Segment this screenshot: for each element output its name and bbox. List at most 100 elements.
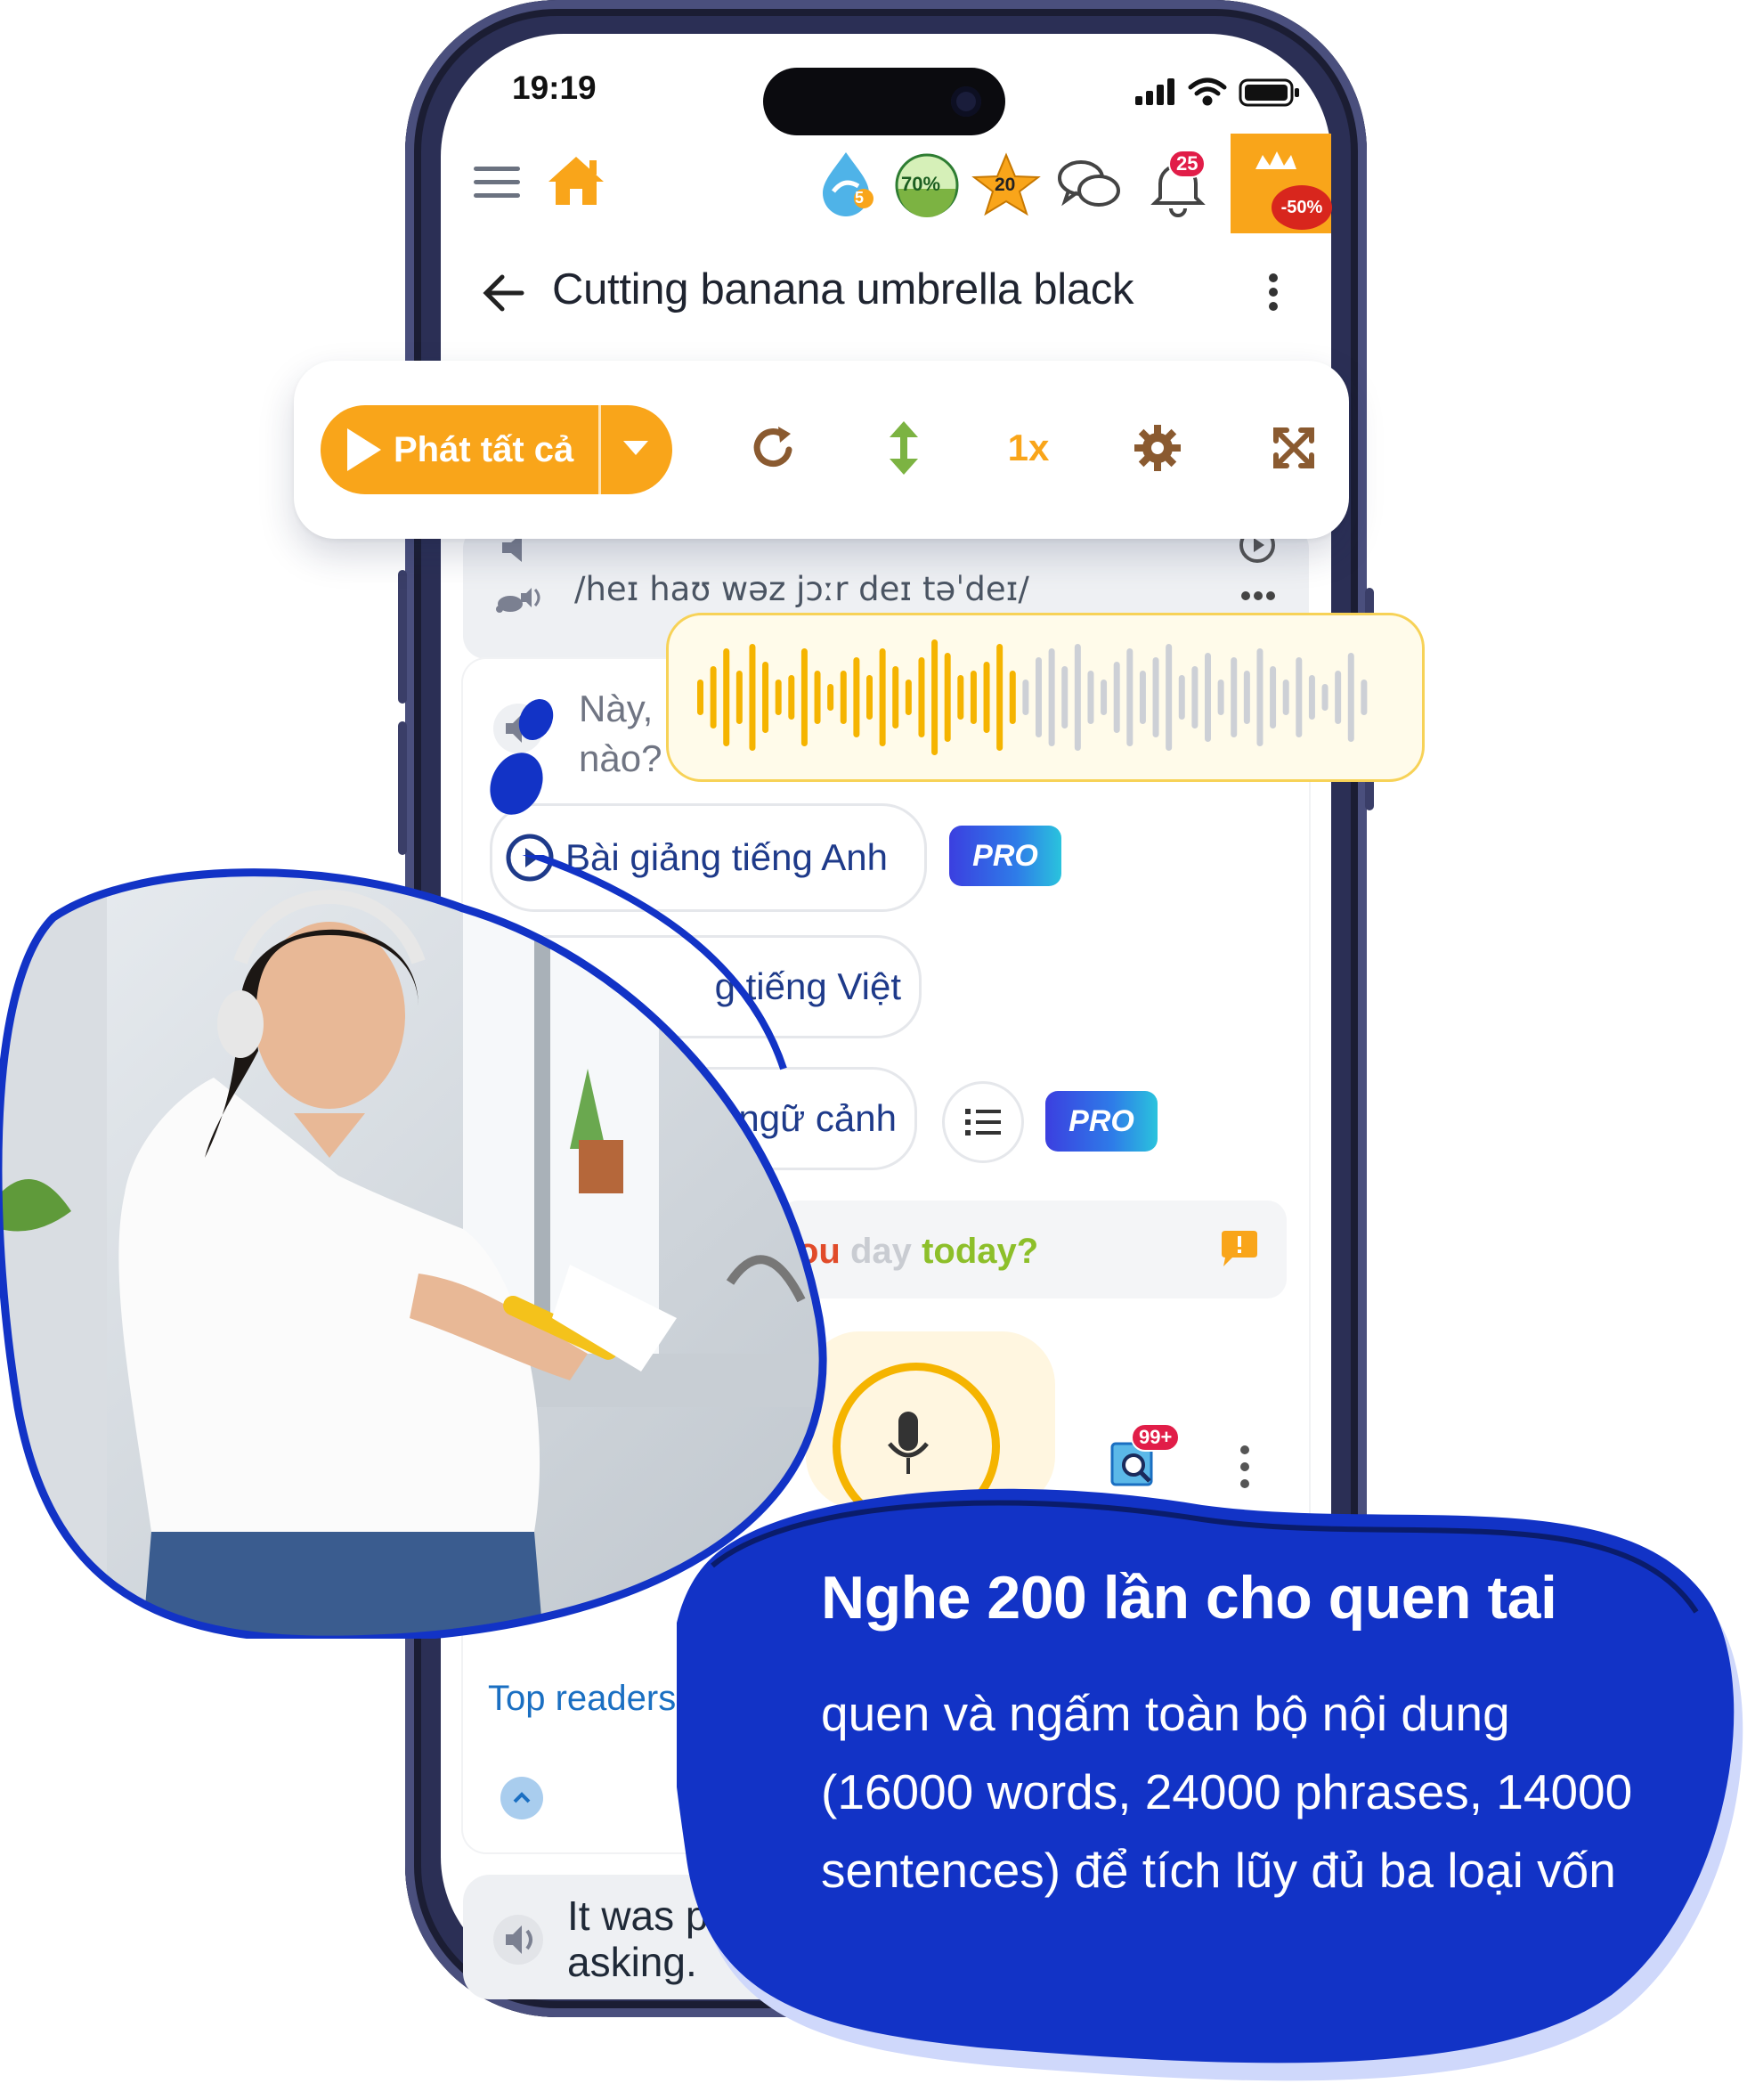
waveform-bar xyxy=(931,639,939,755)
waveform-bar xyxy=(1139,671,1146,724)
chat-icon[interactable] xyxy=(1052,151,1124,223)
waveform-bar xyxy=(1347,653,1354,742)
chevron-up-icon xyxy=(513,1792,531,1803)
waveform-bar xyxy=(1335,671,1342,724)
word-3: today? xyxy=(922,1232,1039,1271)
promo-title: Nghe 200 lần cho quen tai xyxy=(821,1564,1557,1632)
back-arrow-icon[interactable] xyxy=(481,272,525,323)
waveform-bar xyxy=(1036,657,1042,737)
speaker-icon-3[interactable] xyxy=(492,1915,554,1969)
waveform-bar xyxy=(827,684,834,711)
waveform-bar xyxy=(1205,653,1211,742)
waveform-bar xyxy=(1022,680,1029,715)
audio-waveform xyxy=(697,639,1368,755)
waveform-bar xyxy=(840,671,847,724)
waveform-bar xyxy=(1308,675,1315,720)
collapse-up-button[interactable] xyxy=(500,1777,543,1819)
notification-count: 25 xyxy=(1168,150,1207,178)
signal-icon xyxy=(1135,78,1174,105)
dictionary-count: 99+ xyxy=(1131,1423,1181,1452)
play-all-button[interactable]: Phát tất cả xyxy=(321,405,672,494)
waveform-bar xyxy=(800,648,808,746)
page-title: Cutting banana umbrella black xyxy=(552,265,1134,313)
stars-count: 20 xyxy=(995,175,1016,195)
waveform-bar xyxy=(697,680,703,715)
top-readers-link[interactable]: Top readers xyxy=(488,1679,676,1719)
pro-badge[interactable]: PRO xyxy=(949,826,1061,886)
report-icon[interactable] xyxy=(1220,1231,1259,1271)
waveform-bar xyxy=(1256,648,1264,746)
waveform-bar xyxy=(970,671,977,724)
waveform-bar xyxy=(814,671,821,724)
battery-icon xyxy=(1239,78,1299,107)
waveform-bar xyxy=(1061,666,1069,728)
waveform-bar xyxy=(1321,684,1329,711)
waveform-bar xyxy=(905,680,912,715)
waveform-bar xyxy=(1231,657,1238,737)
waveform-bar xyxy=(853,657,860,737)
play-divider xyxy=(598,405,601,494)
waveform-bar xyxy=(1166,644,1173,751)
waveform-bar xyxy=(1243,671,1250,724)
waveform-bar xyxy=(866,675,873,720)
waveform-bar xyxy=(1270,666,1277,728)
waveform-bar xyxy=(1009,671,1016,724)
vietnamese-line-2: nào? xyxy=(579,737,662,779)
waveform-bar xyxy=(1101,680,1108,715)
waveform-bar xyxy=(983,662,990,733)
pro-badge-2[interactable]: PRO xyxy=(1045,1091,1158,1152)
promo-body: quen và ngấm toàn bộ nội dung (16000 wor… xyxy=(821,1686,1633,1898)
sentence-more-icon[interactable] xyxy=(1240,590,1276,606)
slow-speaker-icon[interactable] xyxy=(494,579,548,623)
waveform-bar xyxy=(879,648,886,746)
waveform-bar xyxy=(723,648,730,746)
waveform-bar xyxy=(1126,648,1134,746)
camera xyxy=(951,86,981,117)
water-drop-level-icon[interactable] xyxy=(812,147,883,218)
waveform-bar xyxy=(762,662,769,733)
waveform-bar xyxy=(918,657,925,737)
ipa-transcription: /heɪ haʊ wəz jɔːr deɪ təˈdeɪ/ xyxy=(574,570,1029,608)
waveform-bar xyxy=(1113,662,1120,733)
waveform-bar xyxy=(1074,644,1081,751)
word-2: day xyxy=(850,1232,912,1271)
sale-badge: -50% xyxy=(1272,185,1332,230)
vietnamese-translation: Này, nào? xyxy=(579,684,662,784)
waveform-bar xyxy=(1152,657,1159,737)
waveform-bar xyxy=(1087,671,1094,724)
repeat-icon[interactable] xyxy=(743,417,806,479)
audio-waveform-panel xyxy=(666,613,1425,782)
waveform-bar xyxy=(944,653,951,742)
menu-icon[interactable] xyxy=(474,167,520,199)
waveform-bar xyxy=(735,671,743,724)
status-time: 19:19 xyxy=(512,69,597,106)
progress-percent: 70% xyxy=(901,173,941,195)
play-icon xyxy=(347,428,381,471)
autoscroll-icon[interactable] xyxy=(877,417,930,479)
waveform-bar xyxy=(1282,680,1289,715)
waveform-bar xyxy=(710,666,717,728)
vietnamese-line-1: Này, xyxy=(579,688,654,729)
fullscreen-icon[interactable] xyxy=(1263,417,1325,479)
drop-level-count: 5 xyxy=(855,189,865,207)
list-icon[interactable] xyxy=(942,1081,1024,1163)
status-icons xyxy=(1135,75,1331,115)
waveform-bar xyxy=(1361,680,1368,715)
waveform-bar xyxy=(1191,666,1199,728)
waveform-bar xyxy=(775,680,782,715)
wifi-icon xyxy=(1188,77,1227,106)
home-icon[interactable] xyxy=(545,153,607,213)
sentence-words: ou day today? xyxy=(797,1232,1038,1272)
waveform-bar xyxy=(1048,648,1055,746)
dropdown-caret-icon[interactable] xyxy=(623,441,648,455)
waveform-bar xyxy=(1178,675,1185,720)
waveform-bar xyxy=(1217,680,1224,715)
waveform-bar xyxy=(996,644,1004,751)
settings-gear-icon[interactable] xyxy=(1126,417,1189,479)
phone-volume-up xyxy=(398,570,407,704)
speed-button[interactable]: 1x xyxy=(997,417,1060,479)
play-all-label: Phát tất cả xyxy=(394,429,574,469)
waveform-bar xyxy=(892,666,899,728)
more-options-icon[interactable] xyxy=(1266,273,1280,316)
waveform-bar xyxy=(788,675,795,720)
